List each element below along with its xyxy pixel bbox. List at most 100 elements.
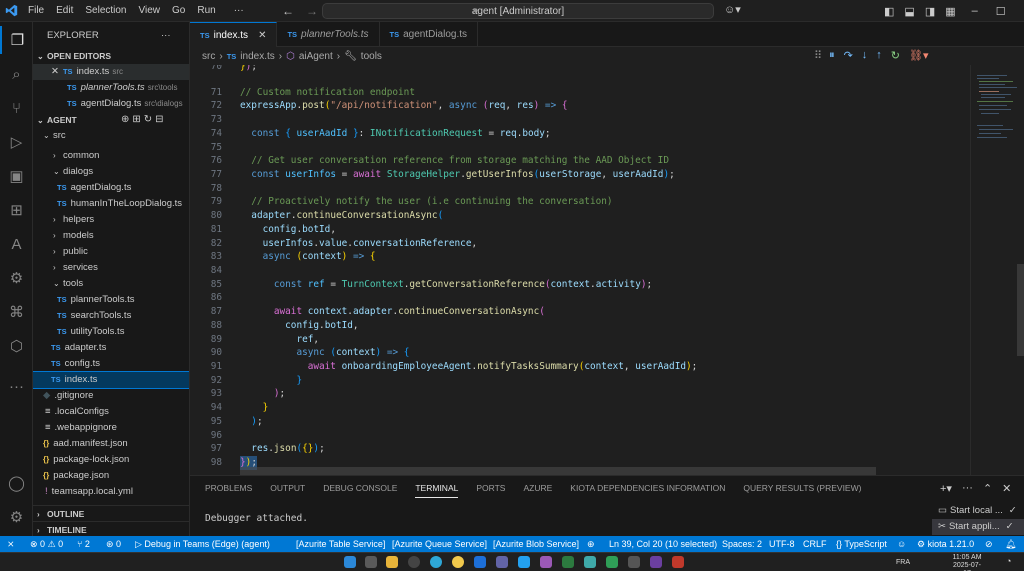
tree-item[interactable]: {} aad.manifest.json [33, 436, 189, 452]
account-icon[interactable]: ◯ [0, 469, 33, 497]
azurite-blob[interactable]: [Azurite Blob Service] [493, 536, 579, 552]
minimize-icon[interactable]: – [972, 5, 978, 17]
tree-item[interactable]: TS searchTools.ts [33, 308, 189, 324]
tab-output[interactable]: OUTPUT [270, 483, 305, 498]
azurite-queue[interactable]: [Azurite Queue Service] [392, 536, 487, 552]
settings-gear-icon[interactable]: ⚙ [0, 503, 33, 531]
tab-problems[interactable]: PROBLEMS [205, 483, 252, 498]
tree-item[interactable]: ≡ .localConfigs [33, 404, 189, 420]
breadcrumb-item[interactable]: tools [361, 51, 382, 62]
tab-index-ts[interactable]: TS index.ts ✕ [190, 22, 278, 47]
live-share-icon[interactable]: ⊘ [985, 536, 993, 552]
menu-go[interactable]: Go [166, 0, 191, 22]
tab-azure[interactable]: AZURE [523, 483, 552, 498]
menu-run[interactable]: Run [191, 0, 221, 22]
step-over-icon[interactable]: ↷ [844, 49, 853, 62]
tree-item[interactable]: {} package.json [33, 468, 189, 484]
minimap[interactable] [970, 65, 1024, 475]
copilot-icon[interactable]: ☺▾ [724, 3, 741, 16]
edge-icon[interactable] [430, 556, 442, 568]
step-out-icon[interactable]: ↑ [876, 49, 882, 62]
vertical-scrollbar[interactable] [1017, 264, 1024, 356]
new-terminal-icon[interactable]: +▾ [940, 482, 952, 495]
copilot-status-icon[interactable]: ☺ [897, 536, 906, 552]
open-editor-item[interactable]: TS plannerTools.ts src\tools [33, 80, 189, 96]
cursor-position[interactable]: Ln 39, Col 20 (10 selected) [609, 536, 717, 552]
tab-kiota-dependencies[interactable]: KIOTA DEPENDENCIES INFORMATION [570, 483, 725, 498]
tree-item[interactable]: › services [33, 260, 189, 276]
tree-item[interactable]: TS humanInTheLoopDialog.ts [33, 196, 189, 212]
disconnect-icon[interactable]: ⛓▾ [909, 49, 929, 62]
taskbar-app-icon[interactable] [408, 556, 420, 568]
tab-agent-dialog[interactable]: TS agentDialog.ts [380, 22, 479, 47]
azurite-table[interactable]: [Azurite Table Service] [296, 536, 385, 552]
notification-center-icon[interactable]: ◔ [1006, 557, 1011, 566]
tree-item[interactable]: TS adapter.ts [33, 340, 189, 356]
taskbar-app-icon[interactable] [628, 556, 640, 568]
taskbar-app-icon[interactable] [606, 556, 618, 568]
kiota-status[interactable]: ⚙ kiota 1.21.0 [917, 536, 974, 552]
notifications-icon[interactable]: 🔔︎ [1005, 536, 1016, 552]
drag-handle-icon[interactable]: ⠿ [814, 49, 822, 62]
tab-planner-tools[interactable]: TS plannerTools.ts [277, 22, 380, 47]
terminal-output[interactable]: Debugger attached. [205, 513, 308, 524]
toggle-sidebar-icon[interactable]: ◧ [884, 5, 894, 18]
database-icon[interactable]: ⬡ [0, 332, 33, 360]
remote-explorer-icon[interactable]: ▣ [0, 162, 33, 190]
timeline-header[interactable]: › TIMELINE [33, 521, 189, 536]
indentation[interactable]: Spaces: 2 [722, 536, 762, 552]
tree-item-selected[interactable]: TS index.ts [33, 371, 189, 389]
tree-item[interactable]: {} package-lock.json [33, 452, 189, 468]
tree-item[interactable]: › public [33, 244, 189, 260]
pause-icon[interactable]: ⏸ [829, 49, 835, 62]
teams-toolkit-icon[interactable]: ⚙ [0, 264, 33, 292]
tree-item[interactable]: › common [33, 148, 189, 164]
explorer-actions[interactable]: ⊕⊞↻⊟ [121, 112, 187, 128]
menu-view[interactable]: View [133, 0, 167, 22]
more-actions-icon[interactable]: ··· [962, 482, 973, 495]
outline-header[interactable]: › OUTLINE [33, 505, 189, 521]
tree-item[interactable]: TS utilityTools.ts [33, 324, 189, 340]
collapse-panel-icon[interactable]: ⌃ [983, 482, 992, 495]
explorer-icon[interactable]: ❐ [0, 26, 33, 54]
teams-icon[interactable] [496, 556, 508, 568]
taskbar-app-icon[interactable] [562, 556, 574, 568]
step-into-icon[interactable]: ↓ [862, 49, 868, 62]
more-actions-icon[interactable]: ··· [161, 28, 181, 44]
menu-selection[interactable]: Selection [79, 0, 132, 22]
open-editor-item[interactable]: TS agentDialog.ts src\dialogs [33, 96, 189, 112]
ports2-indicator[interactable]: ⊛ 0 [106, 536, 121, 552]
tab-query-results[interactable]: QUERY RESULTS (PREVIEW) [743, 483, 861, 498]
tab-terminal[interactable]: TERMINAL [415, 483, 459, 498]
tree-item[interactable]: ⌄ tools [33, 276, 189, 292]
clock[interactable]: 11:05 AM2025-07-17 [950, 554, 984, 571]
language-mode[interactable]: {} TypeScript [836, 536, 887, 552]
extensions-icon[interactable]: ⊞ [0, 196, 33, 224]
open-editor-item[interactable]: ✕ TS index.ts src [33, 64, 189, 80]
menu-edit[interactable]: Edit [50, 0, 79, 22]
menu-more[interactable]: ··· [228, 0, 250, 22]
problems-indicator[interactable]: ⊗ 0 ⚠ 0 [30, 536, 63, 552]
terminal-item[interactable]: ▭ Start local ... ✓ [932, 503, 1024, 519]
source-control-icon[interactable]: ⑂ [0, 94, 33, 122]
tab-debug-console[interactable]: DEBUG CONSOLE [323, 483, 397, 498]
code-editor[interactable]: 70}); 71// Custom notification endpoint … [190, 65, 970, 475]
more-views-icon[interactable]: ··· [0, 372, 33, 400]
horizontal-scrollbar[interactable] [240, 467, 876, 475]
run-debug-icon[interactable]: ▷ [0, 128, 33, 156]
tree-item[interactable]: › models [33, 228, 189, 244]
debug-status[interactable]: ▷ Debug in Teams (Edge) (agent) [135, 536, 270, 552]
taskbar-app-icon[interactable] [584, 556, 596, 568]
tree-item[interactable]: › helpers [33, 212, 189, 228]
command-center-search[interactable]: ⌕ agent [Administrator] [322, 3, 714, 19]
taskbar-app-icon[interactable] [672, 556, 684, 568]
tab-ports[interactable]: PORTS [476, 483, 505, 498]
remote-icon[interactable]: ⨯ [7, 536, 15, 552]
tree-item[interactable]: ◆ .gitignore [33, 388, 189, 404]
menu-file[interactable]: File [22, 0, 50, 22]
tree-item[interactable]: ⌄ dialogs [33, 164, 189, 180]
taskbar-app-icon[interactable] [650, 556, 662, 568]
vscode-taskbar-icon[interactable] [518, 556, 530, 568]
outlook-icon[interactable] [474, 556, 486, 568]
tree-item[interactable]: ! teamsapp.local.yml [33, 484, 189, 500]
